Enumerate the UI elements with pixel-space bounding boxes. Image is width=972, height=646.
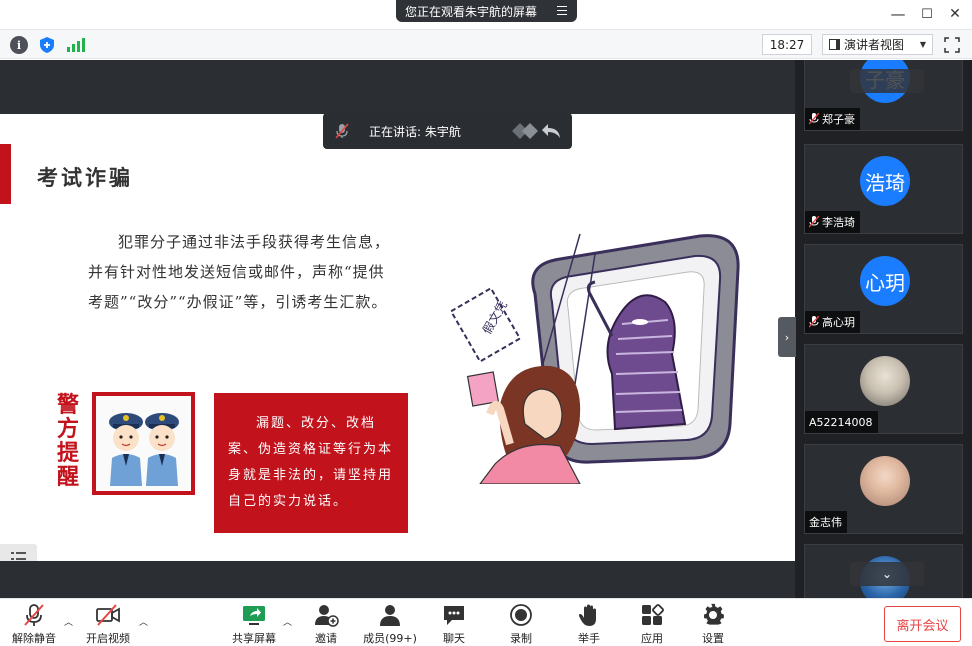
raise-hand-label: 举手 xyxy=(578,632,600,645)
muted-mic-icon xyxy=(809,216,819,228)
annotation-tool-icon[interactable] xyxy=(512,123,538,139)
participants-panel[interactable]: 子豪 郑子豪 浩琦 李浩琦 心玥 高心玥 A52214008 金志伟 xyxy=(795,60,972,598)
share-screen-icon xyxy=(243,606,265,625)
meeting-controls-bar: 解除静音 ︿ 开启视频 ︿ 共享屏幕 ︿ 邀请 成员(99+) 聊天 录制 举手… xyxy=(0,598,972,646)
participant-nametag: 金志伟 xyxy=(805,511,847,533)
chat-icon xyxy=(444,606,464,625)
participant-name: 高心玥 xyxy=(822,316,855,329)
unmute-button[interactable]: 解除静音 xyxy=(4,603,64,646)
muted-mic-icon xyxy=(809,316,819,328)
police-illustration xyxy=(92,392,195,495)
title-accent-bar xyxy=(0,144,11,204)
police-warning-box: 漏题、改分、改档案、伪造资格证等行为本身就是非法的，请坚持用自己的实力说话。 xyxy=(214,393,408,533)
record-icon xyxy=(510,604,532,626)
viewing-screen-banner[interactable]: 您正在观看朱宇航的屏幕 xyxy=(396,0,577,22)
viewing-screen-title: 您正在观看朱宇航的屏幕 xyxy=(405,4,538,19)
start-video-label: 开启视频 xyxy=(86,632,130,645)
network-signal-icon[interactable] xyxy=(67,36,85,54)
invite-button[interactable]: 邀请 xyxy=(296,603,356,646)
record-button[interactable]: 录制 xyxy=(491,603,551,646)
members-label: 成员(99+) xyxy=(363,632,417,645)
chevron-up-icon[interactable]: ︿ xyxy=(139,615,149,628)
apps-label: 应用 xyxy=(641,632,663,645)
avatar-photo xyxy=(860,456,910,506)
gear-icon xyxy=(704,603,724,625)
raise-hand-button[interactable]: 举手 xyxy=(559,603,619,646)
speaker-view-icon xyxy=(829,39,840,50)
participant-tile[interactable]: 金志伟 xyxy=(804,444,963,534)
apps-button[interactable]: 应用 xyxy=(622,603,682,646)
minimize-button[interactable]: — xyxy=(887,4,909,24)
participant-name: 李浩琦 xyxy=(822,216,855,229)
active-speaker-bar: 正在讲话: 朱宇航 xyxy=(323,113,572,149)
list-icon xyxy=(11,552,26,560)
scroll-down-button[interactable]: ⌄ xyxy=(850,562,924,586)
settings-label: 设置 xyxy=(702,632,724,645)
settings-button[interactable]: 设置 xyxy=(683,603,743,646)
chevron-right-icon: › xyxy=(784,330,790,344)
participant-nametag: 郑子豪 xyxy=(805,108,860,130)
participant-name: 郑子豪 xyxy=(822,113,855,126)
menu-icon[interactable] xyxy=(557,6,567,15)
fraud-illustration: 假文凭 xyxy=(449,233,740,484)
info-icon[interactable]: i xyxy=(10,36,28,54)
muted-mic-icon xyxy=(335,123,349,139)
add-user-icon xyxy=(315,605,339,627)
chevron-down-icon: ▼ xyxy=(919,40,926,49)
share-screen-label: 共享屏幕 xyxy=(232,632,276,645)
hand-icon xyxy=(578,604,596,626)
participant-nametag: 高心玥 xyxy=(805,311,860,333)
unmute-label: 解除静音 xyxy=(12,632,56,645)
participant-nametag: A52214008 xyxy=(805,411,878,433)
participant-tile[interactable]: A52214008 xyxy=(804,344,963,434)
participant-name: A52214008 xyxy=(809,415,873,429)
slide-list-button[interactable] xyxy=(0,544,37,561)
police-warning-heading: 警方提醒 xyxy=(57,393,80,490)
avatar-photo xyxy=(860,356,910,406)
chat-button[interactable]: 聊天 xyxy=(424,603,484,646)
participant-name: 金志伟 xyxy=(809,516,842,529)
chat-label: 聊天 xyxy=(443,632,465,645)
active-speaker-text: 正在讲话: 朱宇航 xyxy=(369,124,461,139)
maximize-icon: ☐ xyxy=(921,6,933,22)
muted-mic-icon xyxy=(24,604,44,626)
collapse-panel-handle[interactable]: › xyxy=(778,317,796,357)
apps-icon xyxy=(642,604,664,625)
leave-meeting-button[interactable]: 离开会议 xyxy=(884,606,961,642)
scroll-up-button[interactable] xyxy=(850,69,924,93)
close-button[interactable]: ✕ xyxy=(944,4,966,24)
start-video-button[interactable]: 开启视频 xyxy=(78,603,138,646)
meeting-clock: 18:27 xyxy=(762,34,812,55)
slide-paragraph: 犯罪分子通过非法手段获得考生信息，并有针对性地发送短信或邮件，声称“提供考题”“… xyxy=(88,233,391,311)
police-officers-icon xyxy=(96,396,191,491)
record-label: 录制 xyxy=(510,632,532,645)
fullscreen-icon[interactable] xyxy=(944,37,960,53)
maximize-button[interactable]: ☐ xyxy=(916,4,938,24)
meeting-info-toolbar: i 18:27 演讲者视图 ▼ xyxy=(0,29,972,59)
video-off-icon xyxy=(96,604,120,626)
chevron-up-icon[interactable]: ︿ xyxy=(283,615,293,628)
participant-tile[interactable]: 心玥 高心玥 xyxy=(804,244,963,334)
shared-screen: 考试诈骗 犯罪分子通过非法手段获得考生信息，并有针对性地发送短信或邮件，声称“提… xyxy=(0,60,795,598)
view-mode-label: 演讲者视图 xyxy=(844,38,905,52)
view-mode-select[interactable]: 演讲者视图 ▼ xyxy=(822,34,933,55)
minimize-icon: — xyxy=(890,5,906,23)
share-screen-button[interactable]: 共享屏幕 xyxy=(224,603,284,646)
avatar: 浩琦 xyxy=(860,156,910,206)
slide-title: 考试诈骗 xyxy=(37,165,133,190)
presentation-slide: 考试诈骗 犯罪分子通过非法手段获得考生信息，并有针对性地发送短信或邮件，声称“提… xyxy=(0,114,795,561)
title-bar: 您正在观看朱宇航的屏幕 — ☐ ✕ xyxy=(0,0,972,29)
chevron-down-icon: ⌄ xyxy=(881,567,893,581)
shield-icon[interactable] xyxy=(38,36,56,54)
undo-arrow-icon[interactable] xyxy=(540,122,562,140)
chevron-up-icon[interactable]: ︿ xyxy=(64,615,74,628)
members-icon xyxy=(380,605,400,626)
close-icon: ✕ xyxy=(949,6,961,22)
participant-tile[interactable]: 浩琦 李浩琦 xyxy=(804,144,963,234)
members-button[interactable]: 成员(99+) xyxy=(360,603,420,646)
avatar: 心玥 xyxy=(860,256,910,306)
muted-mic-icon xyxy=(809,113,819,125)
participant-nametag: 李浩琦 xyxy=(805,211,860,233)
invite-label: 邀请 xyxy=(315,632,337,645)
